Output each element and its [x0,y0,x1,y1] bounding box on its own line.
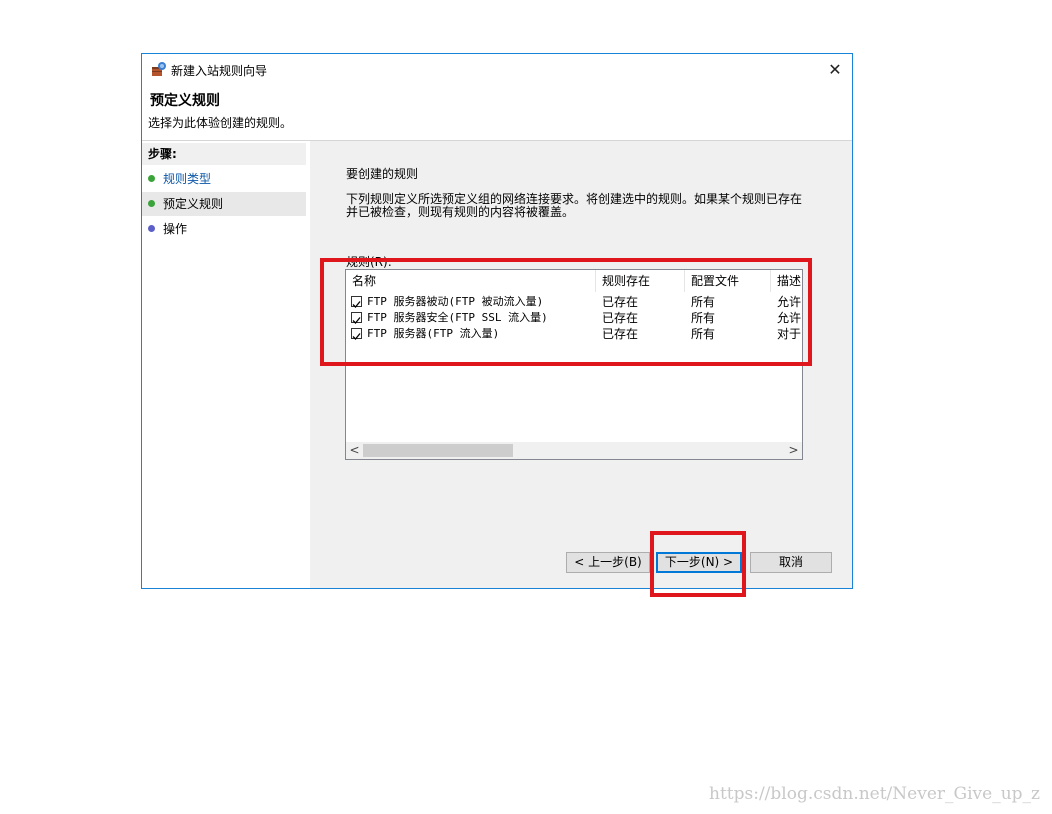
firewall-app-icon [152,62,166,76]
step-action: 操作 [142,217,306,241]
rules-highlight-box [320,258,812,366]
step-rule-type[interactable]: 规则类型 [142,167,306,191]
horizontal-scrollbar[interactable]: < > [346,442,802,459]
scroll-right-icon[interactable]: > [785,442,802,459]
steps-title: 步骤: [142,143,306,165]
rules-description: 下列规则定义所选预定义组的网络连接要求。将创建选中的规则。如果某个规则已存在并已… [346,192,803,219]
page-subtitle: 选择为此体验创建的规则。 [148,116,293,130]
step-pending-dot-icon [148,225,155,232]
step-current-dot-icon [148,200,155,207]
watermark-text: https://blog.csdn.net/Never_Give_up_z [709,784,1040,804]
step-label: 预定义规则 [163,197,224,211]
cancel-button[interactable]: 取消 [750,552,832,573]
back-button[interactable]: < 上一步(B) [566,552,650,573]
title-bar[interactable]: 新建入站规则向导 ✕ [142,54,852,84]
section-title: 要创建的规则 [346,167,419,181]
window-title: 新建入站规则向导 [171,64,268,78]
step-done-dot-icon [148,175,155,182]
scroll-left-icon[interactable]: < [346,442,363,459]
step-label: 操作 [163,222,188,236]
steps-panel: 步骤: 规则类型 预定义规则 操作 [142,141,308,588]
close-icon: ✕ [828,59,842,79]
step-label: 规则类型 [163,172,212,186]
page-title: 预定义规则 [150,93,220,109]
step-predefined-rules: 预定义规则 [142,192,306,216]
scrollbar-thumb[interactable] [363,444,513,457]
close-button[interactable]: ✕ [818,54,852,84]
next-button-highlight-box [650,531,746,597]
